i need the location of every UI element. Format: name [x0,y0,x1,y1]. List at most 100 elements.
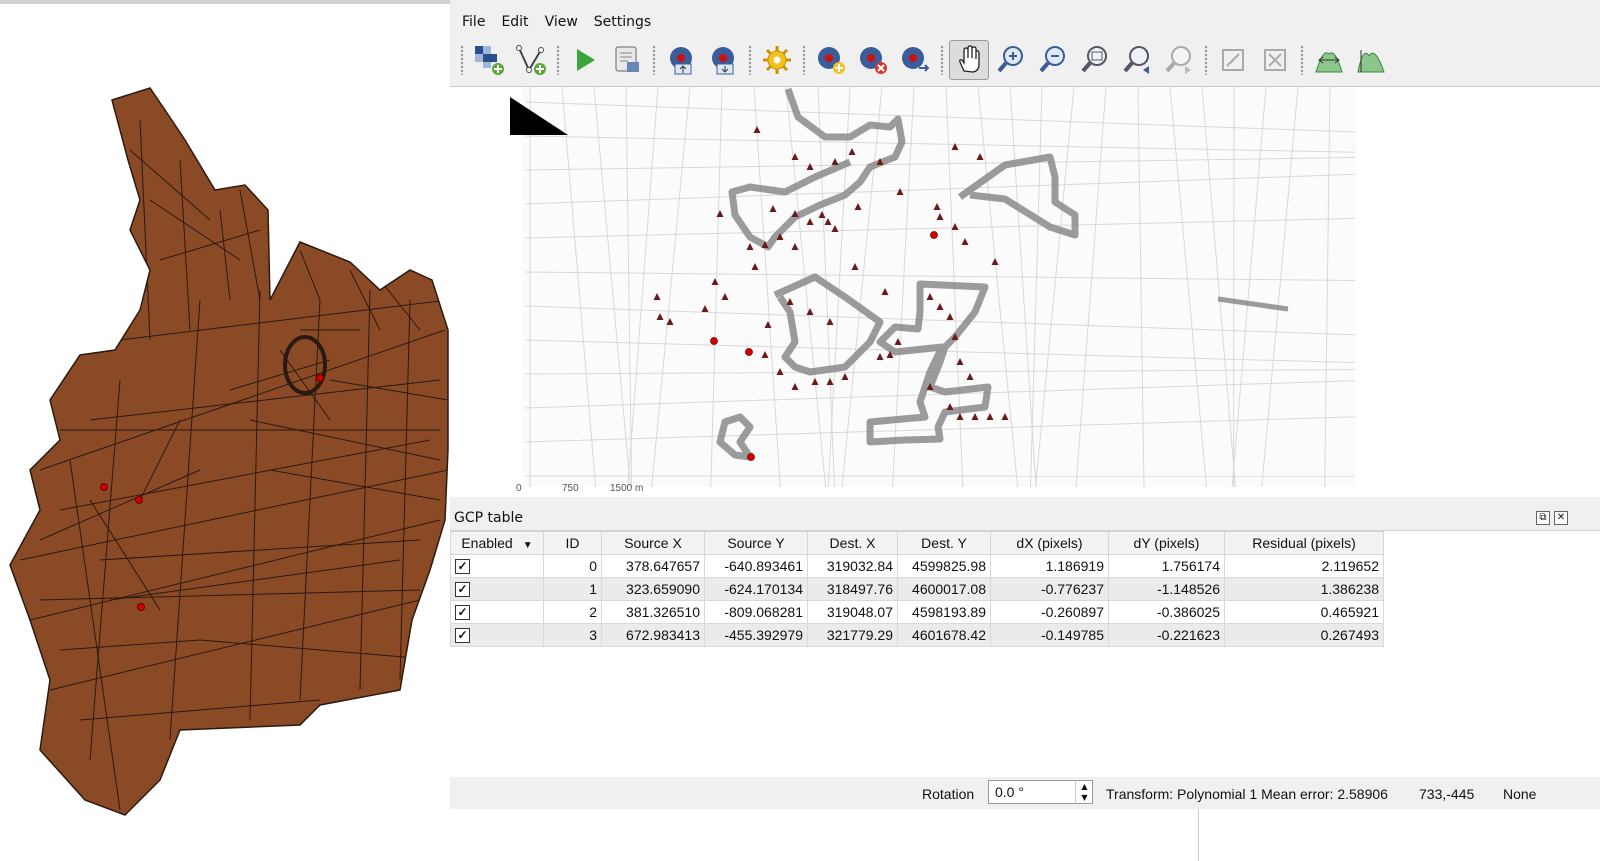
cell-id[interactable]: 1 [543,577,602,601]
generate-gdal-script-button[interactable] [607,40,647,80]
scale-0: 0 [516,483,522,494]
cell-dx[interactable]: 1.186919 [990,554,1109,578]
menu-edit[interactable]: Edit [493,14,536,30]
zoom-next-icon [1165,46,1191,74]
toolbar-separator[interactable] [1204,45,1208,75]
toolbar-separator[interactable] [748,45,752,75]
column-header-dy-pixels[interactable]: dY (pixels) [1108,531,1225,555]
cell-dest-y[interactable]: 4600017.08 [897,577,991,601]
column-header-id[interactable]: ID [543,531,602,555]
enabled-checkbox[interactable]: ✓ [455,605,470,621]
cell-source-y[interactable]: -624.170134 [704,577,808,601]
save-gcp-points-button[interactable] [703,40,743,80]
gcp-row[interactable]: ✓ 0 378.647657 -640.893461 319032.84 4599825.… [450,554,1384,578]
cell-source-x[interactable]: 672.983413 [601,623,705,647]
gcp-raster-point [930,231,938,239]
zoom-to-layer-button[interactable] [1075,40,1115,80]
column-header-label: Dest. X [829,535,876,551]
add-vector-button[interactable] [511,40,551,80]
undock-panel-button[interactable]: ⧉ [1536,511,1550,525]
raster-map-image: 0 750 1500 m [510,87,1356,494]
column-header-enabled[interactable]: Enabled ▼ [450,531,544,555]
georeferencer-canvas[interactable]: 0 750 1500 m [450,86,1600,497]
add-raster-button[interactable] [469,40,509,80]
cell-dx[interactable]: -0.149785 [990,623,1109,647]
gcp-table-panel: GCP table ⧉ ✕ Enabled ▼ ID Source X Source Y… [450,506,1600,778]
toolbar-separator[interactable] [940,45,944,75]
zoom-next-button[interactable] [1159,40,1199,80]
municipality-outline [9,87,449,816]
cell-source-y[interactable]: -455.392979 [704,623,808,647]
zoom-in-icon [997,46,1023,73]
toolbar-separator[interactable] [556,45,560,75]
cell-dest-x[interactable]: 318497.76 [807,577,898,601]
cell-dest-x[interactable]: 319048.07 [807,600,898,624]
link-qgis-button[interactable] [1255,40,1295,80]
cell-dx[interactable]: -0.776237 [990,577,1109,601]
cell-source-x[interactable]: 381.326510 [601,600,705,624]
close-panel-button[interactable]: ✕ [1554,511,1568,525]
enabled-checkbox[interactable]: ✓ [455,582,470,598]
zoom-out-button[interactable] [1033,40,1073,80]
column-header-source-x[interactable]: Source X [601,531,705,555]
start-georeferencing-button[interactable] [565,40,605,80]
add-point-button[interactable] [811,40,851,80]
cell-id[interactable]: 0 [543,554,602,578]
enabled-checkbox[interactable]: ✓ [455,559,470,575]
rotation-spin-arrows-icon[interactable]: ▲ ▼ [1075,781,1093,803]
cell-source-x[interactable]: 323.659090 [601,577,705,601]
zoom-last-button[interactable] [1117,40,1157,80]
column-header-dest-y[interactable]: Dest. Y [897,531,991,555]
full-histogram-stretch-button[interactable] [1309,40,1349,80]
local-histogram-stretch-button[interactable] [1351,40,1391,80]
cell-source-y[interactable]: -809.068281 [704,600,808,624]
enabled-checkbox[interactable]: ✓ [455,628,470,644]
cell-dest-y[interactable]: 4599825.98 [897,554,991,578]
cell-dy[interactable]: -1.148526 [1108,577,1225,601]
delete-point-icon [860,47,887,74]
cell-dest-x[interactable]: 321779.29 [807,623,898,647]
column-header-residual-pixels[interactable]: Residual (pixels) [1224,531,1384,555]
gcp-table: Enabled ▼ ID Source X Source Y Dest. X Dest. Y… [450,531,1384,647]
toolbar-separator[interactable] [802,45,806,75]
cell-source-x[interactable]: 378.647657 [601,554,705,578]
cell-residual[interactable]: 0.465921 [1224,600,1384,624]
cell-dy[interactable]: -0.221623 [1108,623,1225,647]
qgis-map-canvas[interactable] [0,0,450,861]
load-gcp-points-button[interactable] [661,40,701,80]
column-header-label: ID [565,535,580,551]
crs-status[interactable]: None [1503,786,1536,802]
transformation-settings-button[interactable] [757,40,797,80]
cell-residual[interactable]: 1.386238 [1224,577,1384,601]
cell-source-y[interactable]: -640.893461 [704,554,808,578]
delete-point-button[interactable] [853,40,893,80]
cell-residual[interactable]: 2.119652 [1224,554,1384,578]
menu-file[interactable]: File [454,14,493,30]
cell-dx[interactable]: -0.260897 [990,600,1109,624]
gcp-row[interactable]: ✓ 2 381.326510 -809.068281 319048.07 4598193.… [450,600,1384,624]
cell-id[interactable]: 3 [543,623,602,647]
cell-dy[interactable]: 1.756174 [1108,554,1225,578]
toolbar-separator[interactable] [652,45,656,75]
toolbar-separator[interactable] [1300,45,1304,75]
toolbar-separator[interactable] [460,45,464,75]
column-header-dest-x[interactable]: Dest. X [807,531,898,555]
link-georeferencer-button[interactable] [1213,40,1253,80]
cell-id[interactable]: 2 [543,600,602,624]
gcp-row[interactable]: ✓ 3 672.983413 -455.392979 321779.29 4601678.… [450,623,1384,647]
cell-dest-x[interactable]: 319032.84 [807,554,898,578]
menu-settings[interactable]: Settings [586,14,659,30]
cell-dest-y[interactable]: 4601678.42 [897,623,991,647]
gcp-row[interactable]: ✓ 1 323.659090 -624.170134 318497.76 4600017.… [450,577,1384,601]
cell-dy[interactable]: -0.386025 [1108,600,1225,624]
column-header-source-y[interactable]: Source Y [704,531,808,555]
column-header-dx-pixels[interactable]: dX (pixels) [990,531,1109,555]
cell-dest-y[interactable]: 4598193.89 [897,600,991,624]
pan-button[interactable] [949,40,989,80]
gcp-table-area[interactable]: Enabled ▼ ID Source X Source Y Dest. X Dest. Y… [450,530,1600,778]
cell-residual[interactable]: 0.267493 [1224,623,1384,647]
transformation-settings-icon [763,46,791,74]
menu-view[interactable]: View [537,14,586,30]
move-gcp-point-button[interactable] [895,40,935,80]
zoom-in-button[interactable] [991,40,1031,80]
